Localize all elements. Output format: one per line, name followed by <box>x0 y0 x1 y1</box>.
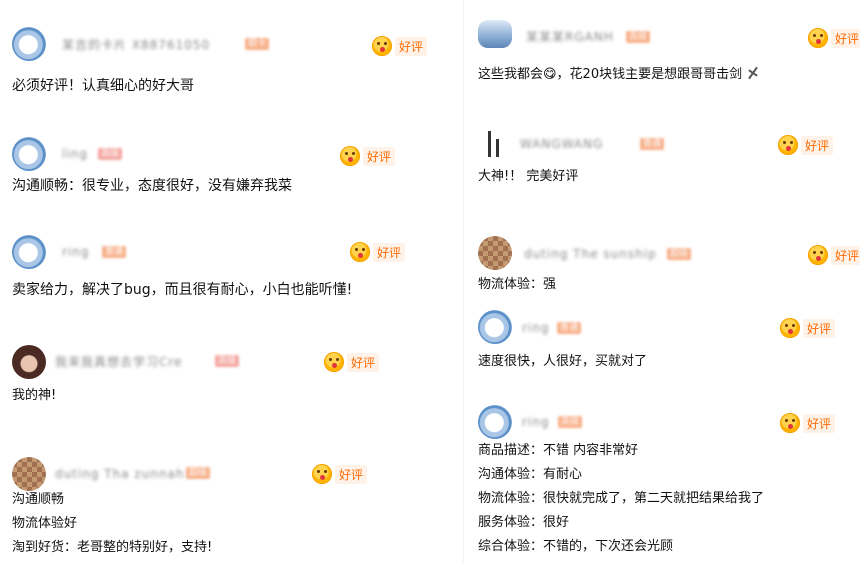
avatar[interactable] <box>478 310 512 344</box>
good-review-tag: 好评 <box>778 135 834 155</box>
review-text: 综合体验：不错的，下次还会光顾 <box>478 539 674 554</box>
reviewer-name[interactable]: ring <box>522 321 550 335</box>
review-text: 必须好评！认真细心的好大哥 <box>12 78 194 94</box>
member-badge: 高级 <box>558 416 583 428</box>
member-badge: 超级 <box>667 248 692 260</box>
avatar[interactable] <box>12 137 46 171</box>
avatar[interactable] <box>12 345 46 379</box>
review-text: 沟通体验：有耐心 <box>478 467 583 482</box>
good-review-tag: 好评 <box>780 413 836 433</box>
smile-blush-emoji-icon <box>778 135 798 155</box>
review-text: 大神!！ 完美好评 <box>478 169 579 184</box>
reviewer-name[interactable]: duting The sunship <box>524 247 657 261</box>
avatar[interactable] <box>478 405 512 439</box>
smile-blush-emoji-icon <box>350 242 370 262</box>
tag-label: 好评 <box>395 36 428 56</box>
member-badge: 高级 <box>626 31 651 43</box>
reviewer-name[interactable]: ring <box>522 415 550 429</box>
avatar[interactable] <box>478 20 512 48</box>
good-review-tag: 好评 <box>340 146 396 166</box>
avatar[interactable] <box>12 457 46 491</box>
tag-label: 好评 <box>831 28 860 48</box>
member-badge: 普通 <box>640 138 665 150</box>
tag-label: 好评 <box>373 242 406 262</box>
review-text: 物流体验好 <box>12 516 78 531</box>
reviewer-name[interactable]: 某吉的卡片 X88761050 <box>62 38 210 52</box>
reviewer-name[interactable]: 我来我真想去学习Cre <box>55 355 182 369</box>
review-text: 速度很快，人很好，买就对了 <box>478 354 648 369</box>
member-badge: 高级 <box>215 355 240 367</box>
review-text: 商品描述：不错 内容非常好 <box>478 443 639 458</box>
member-badge: 超级 <box>186 467 211 479</box>
good-review-tag: 好评 <box>780 318 836 338</box>
avatar[interactable] <box>478 236 512 270</box>
column-divider <box>463 0 464 563</box>
review-text: 沟通顺畅 <box>12 492 65 507</box>
good-review-tag: 好评 <box>808 245 860 265</box>
review-text: 沟通顺畅：很专业，态度很好，没有嫌弃我菜 <box>12 178 292 194</box>
tag-label: 好评 <box>803 413 836 433</box>
tag-label: 好评 <box>801 135 834 155</box>
reviewer-name[interactable]: WANGWANG <box>520 137 603 151</box>
reviewer-name[interactable]: duting Tha zunnah <box>55 467 184 481</box>
smile-blush-emoji-icon <box>312 464 332 484</box>
tag-label: 好评 <box>831 245 860 265</box>
sword-emoji-icon <box>746 66 760 80</box>
good-review-tag: 好评 <box>312 464 368 484</box>
member-badge: 高级 <box>98 148 123 160</box>
smile-blush-emoji-icon <box>340 146 360 166</box>
reviewer-name[interactable]: ling <box>62 147 88 161</box>
review-text: 卖家给力，解决了bug，而且很有耐心，小白也能听懂! <box>12 282 353 298</box>
avatar[interactable] <box>12 235 46 269</box>
smile-blush-emoji-icon <box>372 36 392 56</box>
review-text: 淘到好货：老哥整的特别好，支持! <box>12 540 213 555</box>
tag-label: 好评 <box>347 352 380 372</box>
member-badge: 普通 <box>557 322 582 334</box>
smile-blush-emoji-icon <box>780 318 800 338</box>
good-review-tag: 好评 <box>324 352 380 372</box>
good-review-tag: 好评 <box>350 242 406 262</box>
member-badge: 普通 <box>102 246 127 258</box>
review-text: 物流体验：很快就完成了，第二天就把结果给我了 <box>478 491 765 506</box>
tag-label: 好评 <box>803 318 836 338</box>
avatar[interactable] <box>12 27 46 61</box>
reviewer-name[interactable]: 某某某RGANH <box>526 30 614 44</box>
reviewer-name[interactable]: ring <box>62 245 90 259</box>
review-text: 这些我都会😋，花20块钱主要是想跟哥哥击剑 <box>478 66 760 84</box>
review-text: 服务体验：很好 <box>478 515 570 530</box>
smile-blush-emoji-icon <box>808 245 828 265</box>
smile-blush-emoji-icon <box>808 28 828 48</box>
review-text: 我的神! <box>12 388 57 403</box>
good-review-tag: 好评 <box>372 36 428 56</box>
tag-label: 好评 <box>363 146 396 166</box>
smile-blush-emoji-icon <box>780 413 800 433</box>
smile-blush-emoji-icon <box>324 352 344 372</box>
tag-label: 好评 <box>335 464 368 484</box>
good-review-tag: 好评 <box>808 28 860 48</box>
member-badge: 铜卡 <box>245 38 270 50</box>
review-text: 物流体验：强 <box>478 277 557 292</box>
avatar[interactable] <box>478 127 512 161</box>
review-text-content: 这些我都会😋，花20块钱主要是想跟哥哥击剑 <box>478 67 743 82</box>
